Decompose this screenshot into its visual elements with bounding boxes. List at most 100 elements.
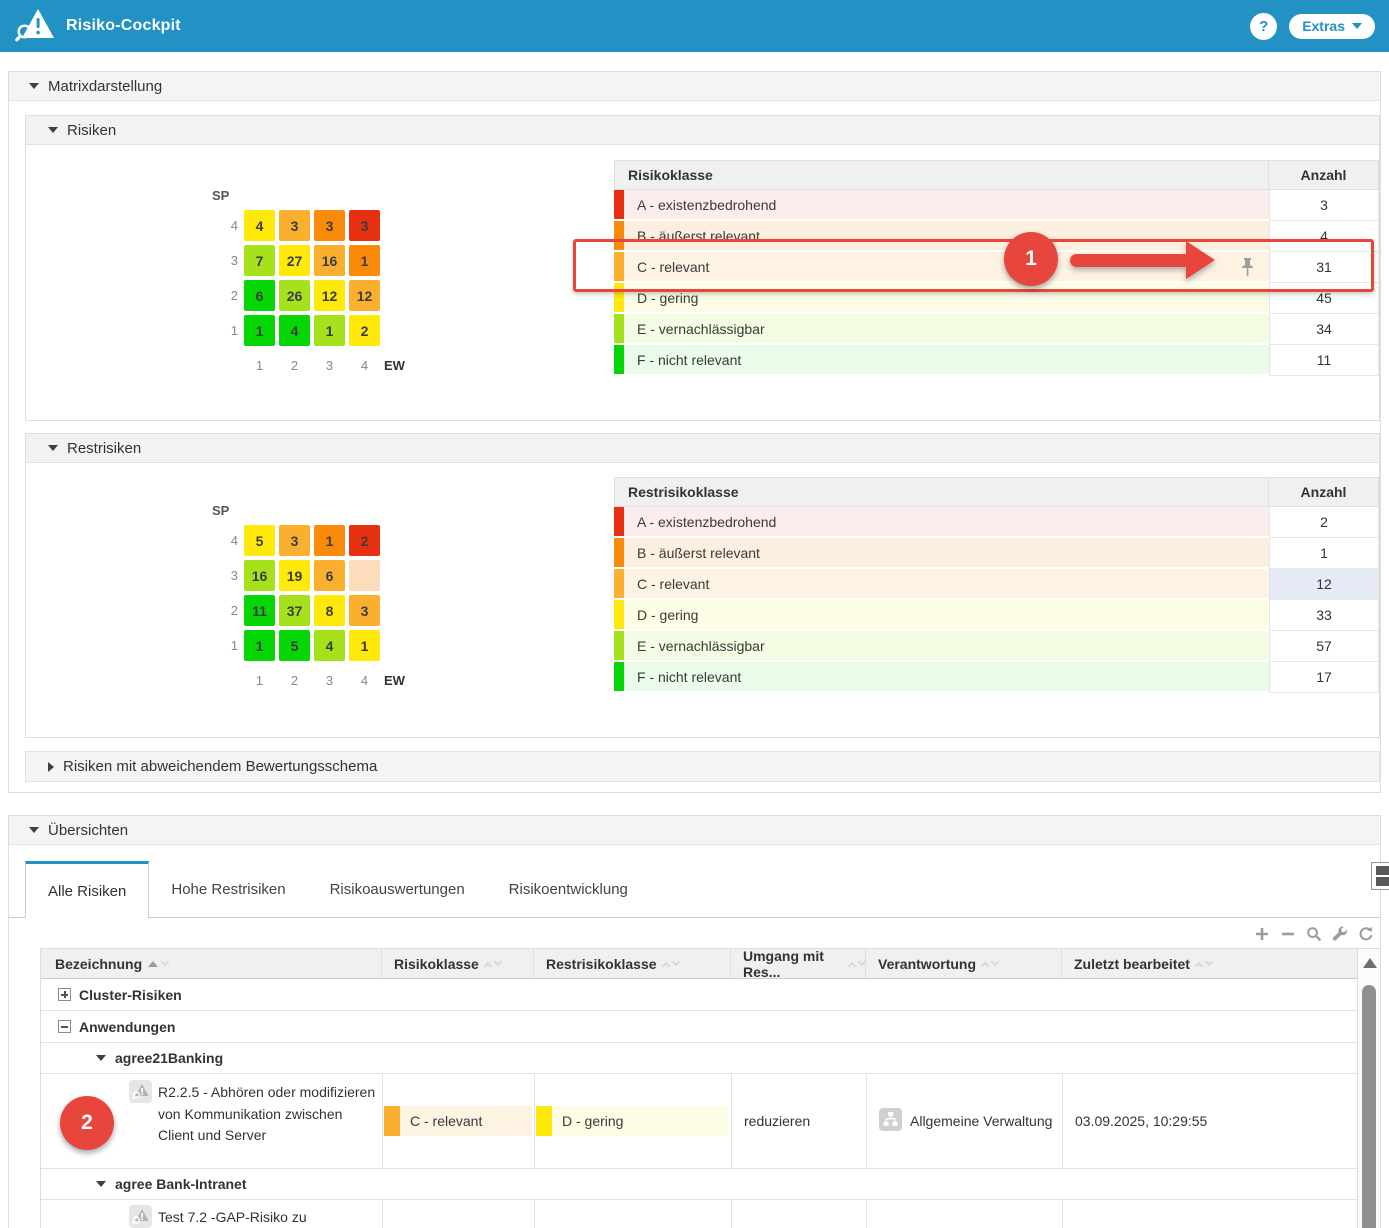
matrix-cell[interactable]: 1 [349,630,380,661]
group-row-agree-bank-intranet[interactable]: agree Bank-Intranet [41,1169,1358,1200]
matrix-cell[interactable]: 1 [349,245,380,276]
sort-asc-icon [848,961,856,969]
classtable-row[interactable]: A - existenzbedrohend3 [614,190,1379,221]
classtable-row[interactable]: D - gering33 [614,600,1379,631]
risk-row[interactable]: R2.2.5 - Abhören oder modifizieren von K… [41,1074,1358,1169]
matrix-cell[interactable]: 8 [314,595,345,626]
matrix-cell[interactable]: 1 [244,630,275,661]
vertical-scrollbar[interactable] [1357,949,1380,1228]
scrollbar-thumb[interactable] [1362,985,1376,1228]
matrix-cell[interactable]: 5 [279,630,310,661]
matrix-cell[interactable]: 37 [279,595,310,626]
matrix-cell[interactable]: 4 [279,315,310,346]
collapse-minus-icon[interactable] [58,1020,71,1033]
matrix-sp-axis-label: SP [212,188,418,204]
risk-class-color-bar [614,569,624,598]
expand-plus-icon[interactable] [58,988,71,1001]
refresh-icon[interactable] [1357,925,1374,942]
page-title: Risiko-Cockpit [66,17,181,35]
column-header-umgang-mit-res-[interactable]: Umgang mit Res... [731,949,866,978]
classtable-row[interactable]: E - vernachlässigbar34 [614,314,1379,345]
matrix-cell[interactable]: 27 [279,245,310,276]
section-header-abweichendes-schema[interactable]: Risiken mit abweichendem Bewertungsschem… [25,751,1380,782]
sort-indicator-icon [1196,959,1212,969]
matrix-cell[interactable]: 12 [349,280,380,311]
matrix-cell[interactable]: 2 [349,315,380,346]
grid-cell [731,1200,866,1228]
section-header-matrixdarstellung[interactable]: Matrixdarstellung [9,72,1380,101]
sort-asc-icon [661,961,669,969]
classtable-row[interactable]: F - nicht relevant17 [614,662,1379,693]
matrix-cell[interactable]: 3 [279,525,310,556]
risk-class-label: A - existenzbedrohend [624,190,1269,219]
collapse-caret-icon[interactable] [96,1055,106,1061]
matrix-cell[interactable]: 12 [314,280,345,311]
matrix-cell[interactable]: 6 [314,560,345,591]
column-header-verantwortung[interactable]: Verantwortung [866,949,1062,978]
classtable-class-header[interactable]: Restrisikoklasse [614,477,1269,507]
matrix-cell[interactable]: 11 [244,595,275,626]
scroll-up-arrow-icon[interactable] [1363,958,1377,968]
classtable-row[interactable]: A - existenzbedrohend2 [614,507,1379,538]
search-icon[interactable] [1305,925,1322,942]
panel-header-restrisiken[interactable]: Restrisiken [26,434,1379,463]
tab-hohe-restrisiken[interactable]: Hohe Restrisiken [149,861,307,918]
matrix-cell[interactable]: 16 [244,560,275,591]
matrix-cell[interactable] [349,560,380,591]
plus-icon[interactable] [1253,925,1270,942]
column-header-risikoklasse[interactable]: Risikoklasse [382,949,534,978]
classtable-row[interactable]: B - äußerst relevant1 [614,538,1379,569]
matrix-cell[interactable]: 3 [349,595,380,626]
grid-cell: C - relevant [382,1074,534,1168]
extras-button[interactable]: Extras [1289,14,1375,39]
classtable-row[interactable]: F - nicht relevant11 [614,345,1379,376]
panel-toggle-icon[interactable] [1371,862,1389,890]
column-header-label: Umgang mit Res... [743,948,843,980]
annotation-badge-1: 1 [1004,232,1058,286]
collapse-caret-icon[interactable] [96,1181,106,1187]
classtable-count-header[interactable]: Anzahl [1269,160,1379,190]
panel-header-risiken[interactable]: Risiken [26,116,1379,145]
classtable-row[interactable]: E - vernachlässigbar57 [614,631,1379,662]
classtable-class-header[interactable]: Risikoklasse [614,160,1269,190]
matrix-cell[interactable]: 4 [314,630,345,661]
classtable-count-header[interactable]: Anzahl [1269,477,1379,507]
annotation-box-1 [573,239,1374,292]
tab-alle-risiken[interactable]: Alle Risiken [25,861,149,918]
matrix-cell[interactable]: 26 [279,280,310,311]
section-uebersichten: Übersichten Alle RisikenHohe Restrisiken… [8,815,1381,1228]
sort-desc-icon [671,958,679,966]
matrix-cell[interactable]: 3 [349,210,380,241]
tab-risikoentwicklung[interactable]: Risikoentwicklung [487,861,650,918]
section-header-uebersichten[interactable]: Übersichten [9,816,1380,845]
matrix-cell[interactable]: 5 [244,525,275,556]
help-button[interactable]: ? [1250,13,1277,40]
classtable-row[interactable]: C - relevant12 [614,569,1379,600]
risk-row[interactable]: Test 7.2 -GAP-Risiko zu [41,1200,1358,1228]
matrix-cell[interactable]: 6 [244,280,275,311]
tab-risikoauswertungen[interactable]: Risikoauswertungen [308,861,487,918]
matrix-cell[interactable]: 2 [349,525,380,556]
matrix-cell[interactable]: 19 [279,560,310,591]
matrix-cell[interactable]: 4 [244,210,275,241]
column-header-zuletzt-bearbeitet[interactable]: Zuletzt bearbeitet [1062,949,1358,978]
wrench-icon[interactable] [1331,925,1348,942]
group-row-anwendungen[interactable]: Anwendungen [41,1011,1358,1043]
matrix-cell[interactable]: 3 [314,210,345,241]
section-title: Übersichten [48,822,128,839]
matrix-cell[interactable]: 1 [244,315,275,346]
sort-indicator-icon [148,961,168,967]
matrix-cell[interactable]: 7 [244,245,275,276]
matrix-cell[interactable]: 16 [314,245,345,276]
group-row-agree21banking[interactable]: agree21Banking [41,1043,1358,1074]
risk-class-count: 1 [1269,538,1379,569]
group-row-cluster-risiken[interactable]: Cluster-Risiken [41,979,1358,1011]
matrix-cell[interactable]: 3 [279,210,310,241]
matrix-cell[interactable]: 1 [314,315,345,346]
risk-class-color-bar [614,345,624,374]
minus-icon[interactable] [1279,925,1296,942]
column-header-bezeichnung[interactable]: Bezeichnung [41,949,382,978]
matrix-cell[interactable]: 1 [314,525,345,556]
column-header-restrisikoklasse[interactable]: Restrisikoklasse [534,949,731,978]
arrow-body [1070,254,1186,267]
